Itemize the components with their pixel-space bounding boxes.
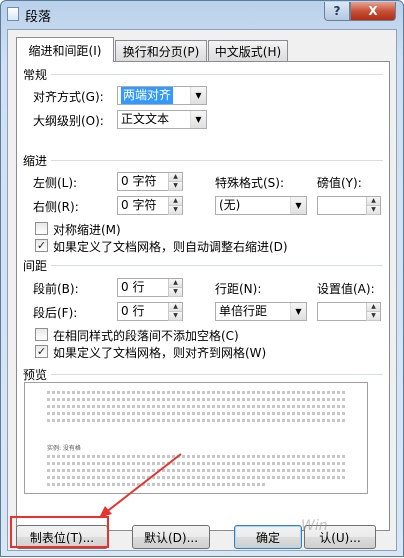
tab-indents-spacing[interactable]: 缩进和间距(I) [16,37,114,62]
watermark: Win [301,518,328,534]
paragraph-dialog: 段落 ? X 缩进和间距(I) 换行和分页(P) 中文版式(H) 常规 对齐方式… [0,0,404,557]
annotation-arrow [99,453,182,518]
